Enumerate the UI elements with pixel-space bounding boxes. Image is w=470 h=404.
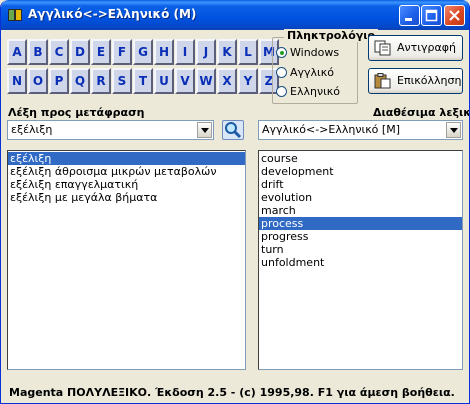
paste-button-label: Επικόλληση xyxy=(397,74,462,87)
letter-key-w[interactable]: W xyxy=(196,68,216,94)
letter-key-j[interactable]: J xyxy=(196,39,216,65)
letter-key-f[interactable]: F xyxy=(112,39,132,65)
close-icon xyxy=(449,10,460,21)
copy-button-label: Αντιγραφή xyxy=(397,41,456,54)
letter-key-o[interactable]: O xyxy=(28,68,48,94)
greek-results-list[interactable]: εξέλιξη εξέλιξη άθροισμα μικρών μεταβολώ… xyxy=(7,150,246,370)
minimize-icon xyxy=(405,18,412,21)
english-translations-list[interactable]: course development drift evolution march… xyxy=(258,150,463,370)
app-window: Αγγλικό<->Ελληνικό (M) A B C D E F G H I… xyxy=(0,0,470,404)
paste-icon xyxy=(374,73,391,89)
dictionary-select[interactable]: Αγγλικό<->Ελληνικό [M] xyxy=(258,120,463,140)
list-item[interactable]: development xyxy=(259,165,462,178)
minimize-button[interactable] xyxy=(399,5,420,26)
letter-key-v[interactable]: V xyxy=(175,68,195,94)
list-item[interactable]: evolution xyxy=(259,191,462,204)
search-dropdown-button[interactable] xyxy=(197,122,212,138)
search-combo[interactable]: εξέλιξη xyxy=(7,120,214,140)
letter-key-n[interactable]: N xyxy=(7,68,27,94)
list-item[interactable]: unfoldment xyxy=(259,256,462,269)
paste-button[interactable]: Επικόλληση xyxy=(368,68,463,94)
title-bar[interactable]: Αγγλικό<->Ελληνικό (M) xyxy=(1,0,469,30)
search-label: Λέξη προς μετάφραση xyxy=(8,106,145,119)
list-item[interactable]: turn xyxy=(259,243,462,256)
letter-key-t[interactable]: T xyxy=(133,68,153,94)
list-item[interactable]: εξέλιξη επαγγελματική xyxy=(8,178,245,191)
letter-key-x[interactable]: X xyxy=(217,68,237,94)
list-item[interactable]: εξέλιξη άθροισμα μικρών μεταβολών xyxy=(8,165,245,178)
magnifier-icon xyxy=(225,122,242,139)
letter-key-u[interactable]: U xyxy=(154,68,174,94)
list-item[interactable]: progress xyxy=(259,230,462,243)
list-item[interactable]: εξέλιξη με μεγάλα βήματα xyxy=(8,191,245,204)
radio-english-dot[interactable] xyxy=(276,67,287,78)
letter-key-r[interactable]: R xyxy=(91,68,111,94)
letter-key-l[interactable]: L xyxy=(238,39,258,65)
dictionary-select-value: Αγγλικό<->Ελληνικό [M] xyxy=(262,123,400,136)
maximize-icon xyxy=(425,9,438,22)
status-bar: Magenta ΠΟΛΥΛΕΞΙΚΟ. Έκδοση 2.5 - (c) 199… xyxy=(9,386,455,399)
letter-key-g[interactable]: G xyxy=(133,39,153,65)
close-button[interactable] xyxy=(444,5,465,26)
search-input[interactable]: εξέλιξη xyxy=(11,123,52,136)
letter-key-a[interactable]: A xyxy=(7,39,27,65)
letter-key-c[interactable]: C xyxy=(49,39,69,65)
list-item[interactable]: march xyxy=(259,204,462,217)
maximize-button[interactable] xyxy=(421,5,442,26)
list-item[interactable]: drift xyxy=(259,178,462,191)
letter-key-p[interactable]: P xyxy=(49,68,69,94)
letter-key-b[interactable]: B xyxy=(28,39,48,65)
letter-key-y[interactable]: Y xyxy=(238,68,258,94)
letter-key-h[interactable]: H xyxy=(154,39,174,65)
list-item[interactable]: process xyxy=(259,217,462,230)
window-title: Αγγλικό<->Ελληνικό (M) xyxy=(28,7,197,21)
app-icon xyxy=(8,9,22,21)
letter-key-s[interactable]: S xyxy=(112,68,132,94)
letter-key-k[interactable]: K xyxy=(217,39,237,65)
keyboard-group-legend: Πληκτρολόγιο xyxy=(284,29,379,42)
radio-greek-label: Ελληνικό xyxy=(290,85,341,98)
letter-key-d[interactable]: D xyxy=(70,39,90,65)
chevron-down-icon xyxy=(450,128,458,133)
radio-english-label: Αγγλικό xyxy=(290,66,334,79)
dictionary-dropdown-button[interactable] xyxy=(446,122,461,138)
radio-greek-dot[interactable] xyxy=(276,86,287,97)
chevron-down-icon xyxy=(201,128,209,133)
list-item[interactable]: εξέλιξη xyxy=(8,152,245,165)
letter-key-i[interactable]: I xyxy=(175,39,195,65)
radio-windows-dot[interactable] xyxy=(276,47,287,58)
radio-windows-label: Windows xyxy=(290,46,340,59)
copy-icon xyxy=(374,40,391,56)
dictionaries-label: Διαθέσιμα λεξικά xyxy=(373,106,470,119)
letter-key-e[interactable]: E xyxy=(91,39,111,65)
letter-key-q[interactable]: Q xyxy=(70,68,90,94)
copy-button[interactable]: Αντιγραφή xyxy=(368,35,463,61)
search-button[interactable] xyxy=(222,120,244,140)
list-item[interactable]: course xyxy=(259,152,462,165)
